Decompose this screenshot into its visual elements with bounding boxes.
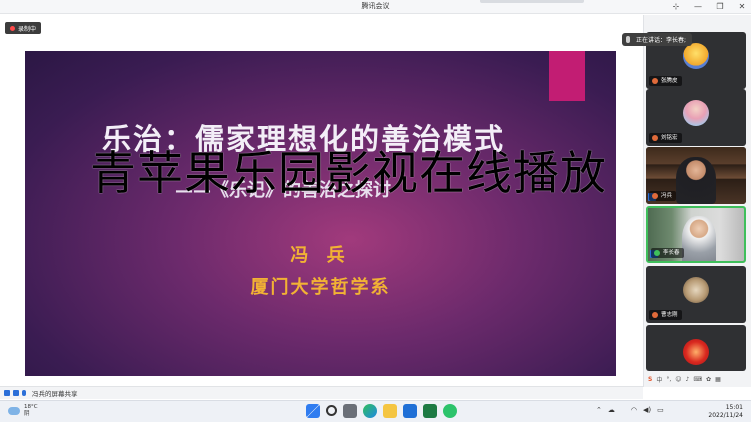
mic-muted-icon xyxy=(652,193,658,199)
ime-emoji-icon[interactable]: ☺ xyxy=(675,376,681,383)
ime-keyboard-icon[interactable]: ⌨ xyxy=(693,376,702,383)
maximize-icon[interactable]: ❐ xyxy=(715,0,725,14)
taskbar-apps xyxy=(306,404,457,418)
windows-start-icon[interactable] xyxy=(306,404,320,418)
ime-mic-icon[interactable]: ♪ xyxy=(686,376,690,383)
system-tray: ⌃ ☁ ◠ ◀) ▭ xyxy=(596,406,664,414)
mic-muted-icon xyxy=(652,78,658,84)
share-icon xyxy=(13,390,19,396)
participant-video xyxy=(676,157,716,204)
microphone-icon xyxy=(22,390,26,396)
participant-name: 张腾皮 xyxy=(649,76,682,86)
mic-muted-icon xyxy=(652,135,658,141)
chevron-up-icon[interactable]: ⌃ xyxy=(596,406,602,414)
participant-tile[interactable] xyxy=(646,325,746,371)
network-icon[interactable]: ◠ xyxy=(631,406,637,414)
recording-label: 录制中 xyxy=(18,25,37,33)
mic-muted-icon xyxy=(652,312,658,318)
avatar xyxy=(683,277,709,303)
slide-accent-bar xyxy=(549,51,585,101)
slide-institution: 厦门大学哲学系 xyxy=(250,277,391,298)
overlay-watermark-text: 青苹果乐园影视在线播放 xyxy=(90,146,607,200)
volume-icon[interactable]: ◀) xyxy=(643,406,651,414)
input-method-toolbar: S 中 °, ☺ ♪ ⌨ ✿ ▦ xyxy=(646,372,750,386)
pin-icon[interactable]: ⊹ xyxy=(671,0,681,14)
clock-date: 2022/11/24 xyxy=(708,412,743,419)
clock-time: 15:01 xyxy=(725,404,743,411)
avatar xyxy=(683,43,709,69)
ime-chinese-icon[interactable]: 中 xyxy=(656,375,662,384)
ime-logo-icon[interactable]: S xyxy=(648,376,652,383)
ime-grid-icon[interactable]: ▦ xyxy=(715,376,721,383)
participant-video-tile-active[interactable]: 李长春 xyxy=(646,206,746,263)
weather-desc: 阴 xyxy=(24,411,30,417)
avatar xyxy=(683,339,709,365)
speaking-indicator: 正在讲话：李长春; xyxy=(622,33,693,46)
user-icon xyxy=(4,390,10,396)
weather-temp: 18°C xyxy=(24,404,38,410)
edge-browser-icon[interactable] xyxy=(363,404,377,418)
participant-name: 曹志刚 xyxy=(649,310,682,320)
close-icon[interactable]: ✕ xyxy=(737,0,747,14)
presentation-slide: 乐治：儒家理想化的善治模式 ——《乐记》的善治之探讨 冯 兵 厦门大学哲学系 xyxy=(25,51,616,376)
slide-author: 冯 兵 xyxy=(290,245,351,266)
cloud-sync-icon[interactable]: ☁ xyxy=(608,406,615,414)
participant-name: 冯兵 xyxy=(649,191,677,201)
participant-tile[interactable]: 曹志刚 xyxy=(646,266,746,323)
title-bar: 腾讯会议 ⊹ — ❐ ✕ xyxy=(0,0,751,14)
search-icon[interactable] xyxy=(326,405,337,416)
cloud-icon xyxy=(8,407,20,415)
speaking-label: 正在讲话：李长春; xyxy=(636,37,687,44)
screen-share-bar: 冯兵的屏幕共享 xyxy=(0,386,643,399)
participant-name: 刘铭宏 xyxy=(649,133,682,143)
window-title: 腾讯会议 xyxy=(361,2,390,10)
mic-active-icon xyxy=(654,250,660,256)
record-icon xyxy=(10,25,15,31)
recording-badge[interactable]: 录制中 xyxy=(5,22,42,34)
avatar xyxy=(683,100,709,126)
participant-video-tile[interactable]: 冯兵 xyxy=(646,147,746,204)
wechat-icon[interactable] xyxy=(443,404,457,418)
task-view-icon[interactable] xyxy=(343,404,357,418)
battery-icon[interactable]: ▭ xyxy=(657,406,664,414)
participant-name: 李长春 xyxy=(651,248,684,258)
share-label: 冯兵的屏幕共享 xyxy=(32,390,78,398)
windows-taskbar: 18°C 阴 ⌃ ☁ ◠ ◀) ▭ 15:01 2022/11/24 xyxy=(0,400,751,422)
file-explorer-icon[interactable] xyxy=(383,404,397,418)
participant-video xyxy=(682,216,716,261)
tencent-meeting-icon[interactable] xyxy=(403,404,417,418)
window-controls: ⊹ — ❐ ✕ xyxy=(671,0,747,14)
excel-icon[interactable] xyxy=(423,404,437,418)
microphone-icon xyxy=(626,36,630,43)
participant-tile[interactable]: 刘铭宏 xyxy=(646,89,746,146)
ime-punct-icon[interactable]: °, xyxy=(666,376,671,383)
weather-widget[interactable]: 18°C 阴 xyxy=(8,404,38,418)
system-clock[interactable]: 15:01 2022/11/24 xyxy=(708,404,743,420)
minimize-icon[interactable]: — xyxy=(693,0,703,14)
ime-skin-icon[interactable]: ✿ xyxy=(706,376,711,383)
